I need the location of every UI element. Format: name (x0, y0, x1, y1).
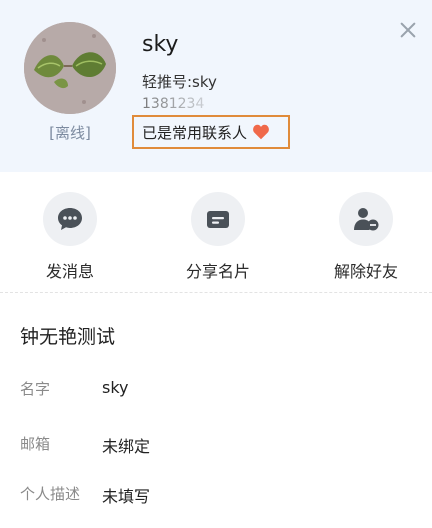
frequent-contact-badge: 已是常用联系人 (132, 115, 290, 149)
remove-friend-label: 解除好友 (333, 262, 398, 281)
field-value: 未填写 (102, 487, 151, 506)
share-card-button[interactable]: 分享名片 (158, 192, 278, 282)
action-bar: 发消息 分享名片 解除好友 (0, 172, 432, 293)
field-label: 邮箱 (20, 435, 51, 453)
remove-friend-button[interactable]: 解除好友 (306, 192, 426, 282)
field-value: sky (102, 378, 129, 397)
online-status: [离线] (49, 124, 91, 142)
field-label: 名字 (20, 380, 51, 398)
send-message-button[interactable]: 发消息 (10, 192, 130, 282)
profile-header: [离线] sky 轻推号:sky 1381234 已是常用联系人 (0, 0, 432, 172)
field-value: 未绑定 (102, 437, 151, 456)
card-icon (207, 211, 229, 228)
profile-section-title: 钟无艳测试 (20, 326, 116, 348)
chat-icon (58, 208, 82, 230)
remove-friend-icon (354, 208, 379, 231)
send-message-label: 发消息 (45, 262, 94, 281)
field-label: 个人描述 (20, 485, 81, 503)
share-card-label: 分享名片 (185, 262, 250, 281)
qing-id: 轻推号:sky (142, 73, 217, 91)
heart-icon (253, 124, 269, 140)
avatar-image (24, 22, 116, 114)
avatar[interactable] (24, 22, 116, 114)
contact-status-text: 已是常用联系人 (142, 123, 248, 142)
close-icon[interactable] (396, 18, 420, 42)
username: sky (142, 32, 179, 57)
phone-mask (142, 96, 250, 114)
